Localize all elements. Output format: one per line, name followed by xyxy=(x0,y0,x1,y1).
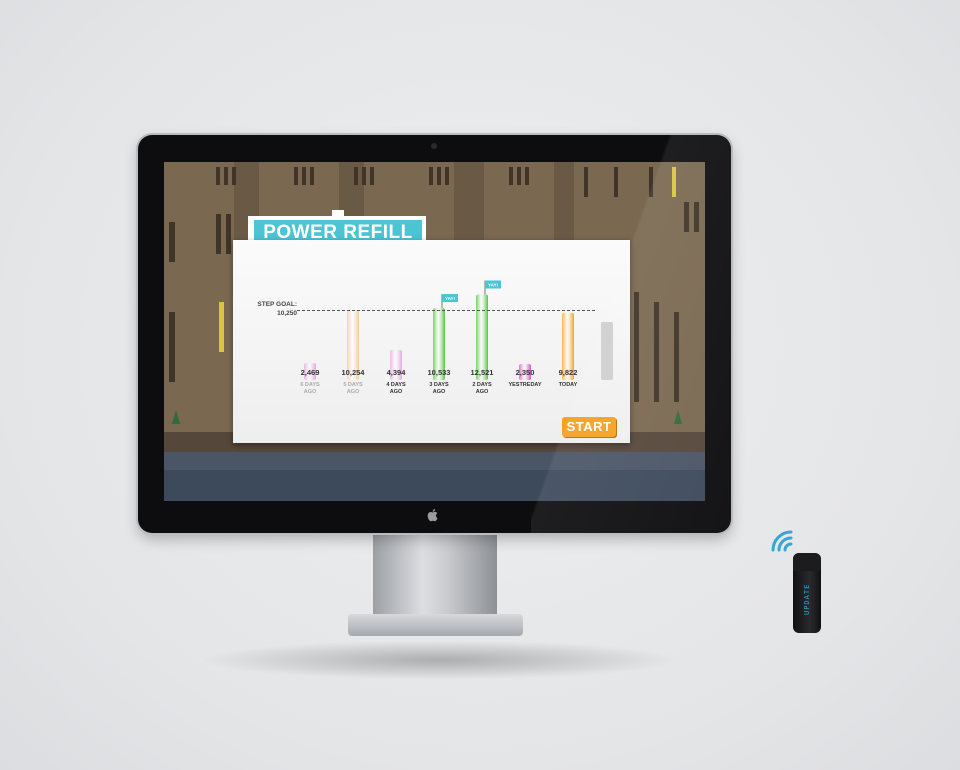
bar-value-label: 2,350 xyxy=(515,368,535,377)
bar-value-label: 10,533 xyxy=(427,368,451,377)
stand-shadow xyxy=(200,640,680,680)
camera-icon xyxy=(431,143,437,149)
yay-flag-text-3: YAY! xyxy=(445,296,455,301)
bar-value-label: 2,469 xyxy=(300,368,320,377)
monitor-stand-neck xyxy=(373,533,497,623)
start-button[interactable]: START xyxy=(562,417,616,437)
monitor-stand-foot xyxy=(348,614,523,636)
screen: POWER REFILL YAY! YAY! STEP GOAL: 10,250 … xyxy=(164,162,705,501)
bar-value-label: 12,521 xyxy=(470,368,494,377)
steps-chart-panel: YAY! YAY! STEP GOAL: 10,250 2,469 6 DAYS AG… xyxy=(233,240,630,443)
wireless-sync-icon xyxy=(771,530,793,552)
step-goal-value: 10,250 xyxy=(277,310,297,317)
fitness-tracker: UPDATE xyxy=(793,553,821,633)
step-goal-text: STEP GOAL: xyxy=(257,301,297,308)
bar-value-label: 10,254 xyxy=(341,368,365,377)
bar-category-label: 2 DAYS AGO xyxy=(472,382,492,395)
bar-category-label: TODAY xyxy=(558,382,578,388)
step-goal-line xyxy=(297,310,595,311)
step-goal-label: STEP GOAL: 10,250 xyxy=(241,300,297,318)
bar-value-label: 4,394 xyxy=(386,368,406,377)
monitor: POWER REFILL YAY! YAY! STEP GOAL: 10,250 … xyxy=(138,135,731,533)
tracker-display: UPDATE xyxy=(803,583,811,615)
yay-flag-text-4: YAY! xyxy=(488,282,498,287)
background: POWER REFILL YAY! YAY! STEP GOAL: 10,250 … xyxy=(0,0,960,770)
bar-category-label: 6 DAYS AGO xyxy=(300,382,320,395)
bar-category-label: YESTREDAY xyxy=(508,382,542,388)
bar-category-label: 4 DAYS AGO xyxy=(386,382,406,395)
placeholder-bar xyxy=(601,322,613,380)
apple-logo-icon xyxy=(427,509,438,522)
chart-bars: YAY! YAY! xyxy=(304,280,613,380)
bar-category-label: 5 DAYS AGO xyxy=(343,382,363,395)
bar-value-label: 9,822 xyxy=(558,368,578,377)
bar-category-label: 3 DAYS AGO xyxy=(429,382,449,395)
